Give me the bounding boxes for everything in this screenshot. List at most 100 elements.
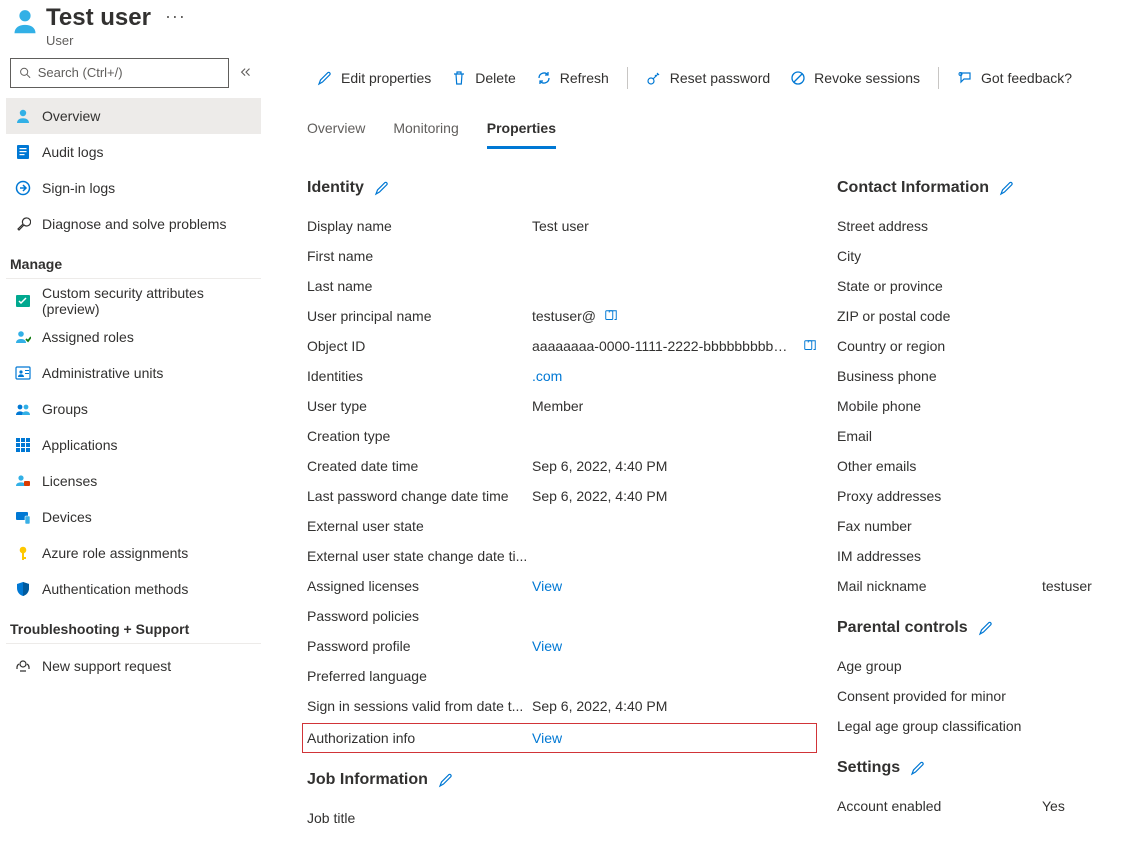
edit-label: Edit properties bbox=[341, 70, 431, 86]
nav-label: Audit logs bbox=[42, 144, 103, 160]
tab-overview[interactable]: Overview bbox=[307, 114, 365, 149]
nav-item-groups[interactable]: Groups bbox=[6, 391, 261, 427]
prop-label: State or province bbox=[837, 278, 1042, 294]
nav-item-audit-logs[interactable]: Audit logs bbox=[6, 134, 261, 170]
revoke-sessions-button[interactable]: Revoke sessions bbox=[780, 62, 930, 94]
prop-label: Street address bbox=[837, 218, 1042, 234]
search-input[interactable] bbox=[38, 65, 220, 80]
prop-row: Other emails bbox=[837, 451, 1118, 481]
content: Edit properties Delete Refresh Reset pas… bbox=[267, 58, 1126, 850]
nav-item-licenses[interactable]: Licenses bbox=[6, 463, 261, 499]
nav-item-new-support-request[interactable]: New support request bbox=[6, 648, 261, 684]
collapse-sidebar-button[interactable] bbox=[235, 62, 257, 84]
prop-row: Account enabledYes bbox=[837, 791, 1118, 821]
prop-row: IM addresses bbox=[837, 541, 1118, 571]
nav-label: Overview bbox=[42, 108, 100, 124]
prop-row: Email bbox=[837, 421, 1118, 451]
prop-label: Business phone bbox=[837, 368, 1042, 384]
prop-row: Password policies bbox=[307, 601, 817, 631]
roles-icon bbox=[14, 328, 32, 346]
signin-icon bbox=[14, 179, 32, 197]
prop-label: User principal name bbox=[307, 308, 532, 324]
prop-row: Last name bbox=[307, 271, 817, 301]
nav-item-overview[interactable]: Overview bbox=[6, 98, 261, 134]
refresh-button[interactable]: Refresh bbox=[526, 62, 619, 94]
prop-row: External user state change date ti... bbox=[307, 541, 817, 571]
prop-row: Object IDaaaaaaaa-0000-1111-2222-bbbbbbb… bbox=[307, 331, 817, 361]
prop-row: Authorization infoView bbox=[302, 723, 817, 753]
nav-item-assigned-roles[interactable]: Assigned roles bbox=[6, 319, 261, 355]
edit-properties-button[interactable]: Edit properties bbox=[307, 62, 441, 94]
prop-row: Last password change date timeSep 6, 202… bbox=[307, 481, 817, 511]
copy-button[interactable] bbox=[803, 339, 817, 353]
group-contact-title: Contact Information bbox=[837, 179, 989, 197]
prop-label: Mobile phone bbox=[837, 398, 1042, 414]
prop-value: testuser bbox=[1042, 578, 1092, 594]
prop-label: Account enabled bbox=[837, 798, 1042, 814]
prop-row: Password profileView bbox=[307, 631, 817, 661]
prop-value-link[interactable]: View bbox=[532, 638, 562, 654]
toolbar: Edit properties Delete Refresh Reset pas… bbox=[307, 58, 1118, 98]
prop-label: Object ID bbox=[307, 338, 532, 354]
edit-parental-button[interactable] bbox=[978, 620, 994, 636]
prop-value: Sep 6, 2022, 4:40 PM bbox=[532, 458, 667, 474]
nav-item-authentication-methods[interactable]: Authentication methods bbox=[6, 571, 261, 607]
edit-settings-button[interactable] bbox=[910, 760, 926, 776]
nav-item-diagnose-and-solve-problems[interactable]: Diagnose and solve problems bbox=[6, 206, 261, 242]
prop-row: City bbox=[837, 241, 1118, 271]
edit-job-button[interactable] bbox=[438, 772, 454, 788]
nav-item-applications[interactable]: Applications bbox=[6, 427, 261, 463]
nav-label: Assigned roles bbox=[42, 329, 134, 345]
search-icon bbox=[19, 66, 32, 80]
prop-label: Other emails bbox=[837, 458, 1042, 474]
prop-row: Preferred language bbox=[307, 661, 817, 691]
tab-properties[interactable]: Properties bbox=[487, 114, 556, 149]
delete-label: Delete bbox=[475, 70, 515, 86]
prop-label: Display name bbox=[307, 218, 532, 234]
copy-button[interactable] bbox=[604, 309, 618, 323]
delete-button[interactable]: Delete bbox=[441, 62, 525, 94]
prop-value-link[interactable]: View bbox=[532, 578, 562, 594]
edit-contact-button[interactable] bbox=[999, 180, 1015, 196]
nav-item-sign-in-logs[interactable]: Sign-in logs bbox=[6, 170, 261, 206]
prop-value-link[interactable]: View bbox=[532, 730, 562, 746]
search-box[interactable] bbox=[10, 58, 229, 88]
prop-row: User principal nametestuser@ bbox=[307, 301, 817, 331]
groups-icon bbox=[14, 400, 32, 418]
nav-item-azure-role-assignments[interactable]: Azure role assignments bbox=[6, 535, 261, 571]
refresh-icon bbox=[536, 70, 552, 86]
prop-row: Fax number bbox=[837, 511, 1118, 541]
custom-sec-icon bbox=[14, 292, 32, 310]
prop-row: Identities.com bbox=[307, 361, 817, 391]
prop-row: Assigned licensesView bbox=[307, 571, 817, 601]
pencil-icon bbox=[910, 760, 926, 776]
nav-label: Licenses bbox=[42, 473, 97, 489]
more-button[interactable]: ··· bbox=[165, 6, 186, 27]
nav-item-custom-security-attributes-preview-[interactable]: Custom security attributes (preview) bbox=[6, 283, 261, 319]
prop-row: First name bbox=[307, 241, 817, 271]
prop-value: Sep 6, 2022, 4:40 PM bbox=[532, 698, 667, 714]
edit-identity-button[interactable] bbox=[374, 180, 390, 196]
nav-label: Azure role assignments bbox=[42, 545, 188, 561]
user-icon bbox=[14, 107, 32, 125]
tab-monitoring[interactable]: Monitoring bbox=[393, 114, 458, 149]
reset-password-button[interactable]: Reset password bbox=[636, 62, 780, 94]
prop-label: City bbox=[837, 248, 1042, 264]
feedback-button[interactable]: Got feedback? bbox=[947, 62, 1082, 94]
prop-row: Consent provided for minor bbox=[837, 681, 1118, 711]
nav-item-devices[interactable]: Devices bbox=[6, 499, 261, 535]
trash-icon bbox=[451, 70, 467, 86]
feedback-icon bbox=[957, 70, 973, 86]
prop-label: Assigned licenses bbox=[307, 578, 532, 594]
prop-label: Mail nickname bbox=[837, 578, 1042, 594]
prop-label: Email bbox=[837, 428, 1042, 444]
nav-item-administrative-units[interactable]: Administrative units bbox=[6, 355, 261, 391]
nav-label: Applications bbox=[42, 437, 118, 453]
prop-value-link[interactable]: .com bbox=[532, 368, 562, 384]
prop-label: Job title bbox=[307, 810, 532, 826]
nav-label: Devices bbox=[42, 509, 92, 525]
prop-label: Identities bbox=[307, 368, 532, 384]
nav-label: Diagnose and solve problems bbox=[42, 216, 226, 232]
prop-label: User type bbox=[307, 398, 532, 414]
pencil-icon bbox=[374, 180, 390, 196]
